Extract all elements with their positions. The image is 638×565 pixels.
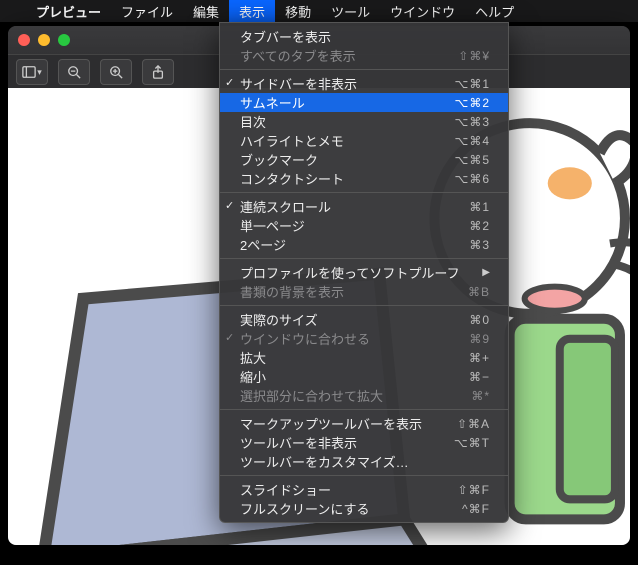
menu-item[interactable]: タブバーを表示: [220, 27, 508, 46]
menu-item-shortcut: ⇧⌘A: [457, 417, 490, 431]
menu-item-label: 単一ページ: [240, 216, 305, 235]
zoom-out-icon: [67, 65, 81, 79]
menu-item-label: タブバーを表示: [240, 27, 331, 46]
menu-item[interactable]: フルスクリーンにする ^⌘F: [220, 499, 508, 518]
menu-item-label: 拡大: [240, 348, 266, 367]
menu-item-shortcut: ⌥⌘2: [454, 96, 490, 110]
menu-item-label: 選択部分に合わせて拡大: [240, 386, 383, 405]
menu-item[interactable]: 単一ページ ⌘2: [220, 216, 508, 235]
menu-item-shortcut: ⌘B: [468, 285, 490, 299]
menu-go[interactable]: 移動: [275, 0, 321, 22]
menu-item-label: 目次: [240, 112, 266, 131]
menu-item[interactable]: ツールバーをカスタマイズ…: [220, 452, 508, 471]
minimize-button[interactable]: [38, 34, 50, 46]
menu-item-shortcut: ⌘0: [469, 313, 490, 327]
menu-item[interactable]: 拡大 ⌘+: [220, 348, 508, 367]
menu-separator: [220, 409, 508, 410]
menu-item: 選択部分に合わせて拡大 ⌘*: [220, 386, 508, 405]
chevron-down-icon: ▾: [37, 67, 42, 78]
system-menubar: プレビュー ファイル 編集 表示 移動 ツール ウインドウ ヘルプ: [0, 0, 638, 22]
menu-view[interactable]: 表示: [229, 0, 275, 22]
menu-item: 書類の背景を表示 ⌘B: [220, 282, 508, 301]
menu-item-label: サムネール: [240, 93, 305, 112]
menu-item: すべてのタブを表示 ⇧⌘¥: [220, 46, 508, 65]
menu-item-label: 2ページ: [240, 235, 286, 254]
menu-item[interactable]: 目次 ⌥⌘3: [220, 112, 508, 131]
menu-item-label: コンタクトシート: [240, 169, 344, 188]
menu-item[interactable]: ハイライトとメモ ⌥⌘4: [220, 131, 508, 150]
share-icon: [151, 65, 165, 79]
menu-separator: [220, 475, 508, 476]
menu-item[interactable]: ブックマーク ⌥⌘5: [220, 150, 508, 169]
menu-item-shortcut: ⌘1: [469, 200, 490, 214]
zoom-in-button[interactable]: [100, 59, 132, 85]
menu-item-label: マークアップツールバーを表示: [240, 414, 422, 433]
sidebar-icon: [22, 65, 36, 79]
menu-item-label: ブックマーク: [240, 150, 318, 169]
menu-item-label: 書類の背景を表示: [240, 282, 344, 301]
menu-tools[interactable]: ツール: [321, 0, 380, 22]
menu-item-label: プロファイルを使ってソフトプルーフ: [240, 263, 460, 282]
check-icon: ✓: [225, 331, 234, 344]
share-button[interactable]: [142, 59, 174, 85]
menu-item-shortcut: ⇧⌘F: [458, 483, 490, 497]
menu-edit[interactable]: 編集: [183, 0, 229, 22]
menu-item-label: サイドバーを非表示: [240, 74, 357, 93]
menu-item[interactable]: 2ページ ⌘3: [220, 235, 508, 254]
zoom-in-icon: [109, 65, 123, 79]
menu-item[interactable]: 縮小 ⌘−: [220, 367, 508, 386]
submenu-arrow-icon: ▶: [482, 267, 490, 278]
menu-help[interactable]: ヘルプ: [465, 0, 524, 22]
menu-file[interactable]: ファイル: [111, 0, 183, 22]
menu-item-shortcut: ⌥⌘3: [454, 115, 490, 129]
menu-item-shortcut: ⌘−: [469, 370, 490, 384]
menu-item-shortcut: ⌥⌘5: [454, 153, 490, 167]
menu-item-label: すべてのタブを表示: [240, 46, 356, 65]
app-name[interactable]: プレビュー: [26, 2, 111, 21]
zoom-out-button[interactable]: [58, 59, 90, 85]
menu-item: ✓ ウインドウに合わせる ⌘9: [220, 329, 508, 348]
menu-item-label: フルスクリーンにする: [240, 499, 369, 518]
close-button[interactable]: [18, 34, 30, 46]
menu-item-shortcut: ^⌘F: [462, 502, 490, 516]
menu-window[interactable]: ウインドウ: [380, 0, 465, 22]
menu-item-label: 連続スクロール: [240, 197, 331, 216]
menu-item[interactable]: ✓ サイドバーを非表示 ⌥⌘1: [220, 74, 508, 93]
menu-item[interactable]: プロファイルを使ってソフトプルーフ ▶: [220, 263, 508, 282]
view-menu-dropdown: タブバーを表示すべてのタブを表示 ⇧⌘¥ ✓ サイドバーを非表示 ⌥⌘1 サムネール ⌥⌘2…: [219, 22, 509, 523]
menu-item-shortcut: ⌥⌘T: [454, 436, 490, 450]
menu-separator: [220, 69, 508, 70]
menu-separator: [220, 258, 508, 259]
menu-item[interactable]: マークアップツールバーを表示 ⇧⌘A: [220, 414, 508, 433]
menu-item[interactable]: スライドショー ⇧⌘F: [220, 480, 508, 499]
menu-item-label: スライドショー: [240, 480, 331, 499]
menu-item-label: ウインドウに合わせる: [240, 329, 370, 348]
zoom-button[interactable]: [58, 34, 70, 46]
menu-item[interactable]: コンタクトシート ⌥⌘6: [220, 169, 508, 188]
menu-item[interactable]: ツールバーを非表示 ⌥⌘T: [220, 433, 508, 452]
menu-item-label: ツールバーをカスタマイズ…: [240, 452, 409, 471]
menu-item-shortcut: ⌘3: [469, 238, 490, 252]
menu-item-shortcut: ⌘2: [469, 219, 490, 233]
menu-separator: [220, 305, 508, 306]
menu-item-shortcut: ⇧⌘¥: [458, 49, 490, 63]
menu-item[interactable]: 実際のサイズ ⌘0: [220, 310, 508, 329]
menu-item[interactable]: ✓ 連続スクロール ⌘1: [220, 197, 508, 216]
menu-item-shortcut: ⌘+: [469, 351, 490, 365]
check-icon: ✓: [225, 76, 234, 89]
sidebar-toggle-button[interactable]: ▾: [16, 59, 48, 85]
menu-item-label: ツールバーを非表示: [240, 433, 357, 452]
menu-item-shortcut: ⌥⌘4: [454, 134, 490, 148]
menu-separator: [220, 192, 508, 193]
menu-item-shortcut: ⌘9: [469, 332, 490, 346]
menu-item-label: 実際のサイズ: [240, 310, 318, 329]
menu-item[interactable]: サムネール ⌥⌘2: [220, 93, 508, 112]
menu-item-shortcut: ⌘*: [471, 389, 490, 403]
menu-item-shortcut: ⌥⌘1: [454, 77, 490, 91]
menu-item-label: 縮小: [240, 367, 266, 386]
check-icon: ✓: [225, 199, 234, 212]
menu-item-shortcut: ⌥⌘6: [454, 172, 490, 186]
menu-item-label: ハイライトとメモ: [240, 131, 344, 150]
